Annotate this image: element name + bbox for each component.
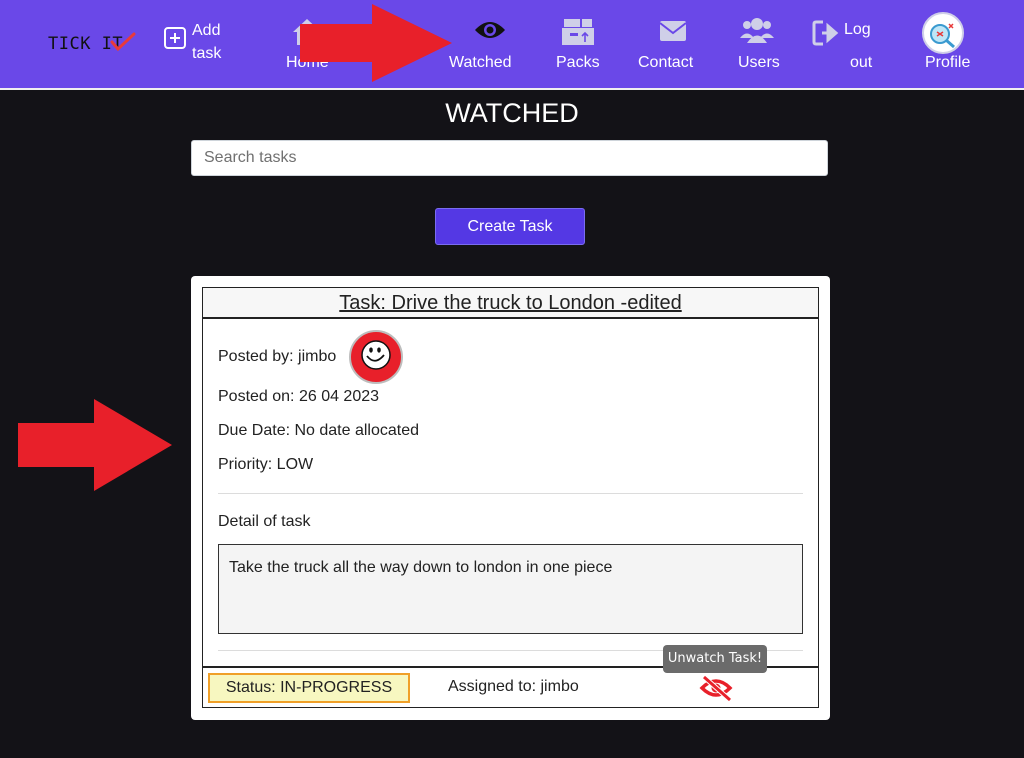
profile-avatar-icon — [922, 12, 964, 54]
nav-logout-label-2: out — [850, 54, 873, 71]
posted-on: Posted on: 26 04 2023 — [218, 388, 380, 405]
users-icon — [740, 18, 774, 43]
navbar: TICK IT Add task Home Watched Packs Cont… — [0, 0, 1024, 88]
nav-add-task-label-2: task — [192, 45, 222, 62]
divider — [218, 493, 803, 494]
nav-profile[interactable]: Profile — [918, 10, 974, 72]
priority: Priority: LOW — [218, 456, 314, 473]
search-input[interactable] — [191, 140, 828, 176]
checkmark-icon — [110, 32, 136, 52]
nav-contact[interactable]: Contact — [636, 16, 698, 72]
envelope-icon — [659, 21, 687, 41]
arrow-right-icon — [300, 4, 452, 82]
nav-watched-label: Watched — [449, 54, 512, 71]
nav-users[interactable]: Users — [735, 16, 785, 72]
plus-square-icon — [164, 27, 186, 49]
logout-icon — [812, 20, 839, 46]
nav-packs-label: Packs — [556, 54, 600, 71]
due-date: Due Date: No date allocated — [218, 422, 420, 439]
eye-slash-icon[interactable] — [698, 674, 734, 702]
nav-logout-label-1: Log — [844, 21, 871, 38]
status-badge: Status: IN-PROGRESS — [208, 673, 410, 703]
nav-users-label: Users — [738, 54, 780, 71]
eye-icon — [475, 22, 505, 38]
nav-contact-label: Contact — [638, 54, 694, 71]
nav-logout[interactable]: Log out — [810, 16, 880, 72]
nav-add-task[interactable]: Add task — [160, 18, 230, 68]
unwatch-tooltip: Unwatch Task! — [663, 645, 767, 673]
nav-add-task-label-1: Add — [192, 22, 221, 39]
task-detail: Take the truck all the way down to londo… — [218, 544, 803, 634]
task-title[interactable]: Task: Drive the truck to London -edited — [339, 292, 681, 314]
posted-by: Posted by: jimbo — [218, 348, 337, 365]
task-title-header: Task: Drive the truck to London -edited — [203, 288, 818, 319]
nav-profile-label: Profile — [925, 54, 971, 71]
create-task-button[interactable]: Create Task — [435, 208, 585, 245]
page-title: WATCHED — [445, 98, 579, 128]
assigned-to: Assigned to: jimbo — [448, 678, 579, 695]
nav-watched[interactable]: Watched — [445, 16, 517, 72]
archive-box-icon — [562, 19, 594, 45]
navbar-divider — [0, 88, 1024, 90]
arrow-right-icon — [18, 399, 172, 491]
detail-label: Detail of task — [218, 513, 311, 530]
nav-packs[interactable]: Packs — [552, 16, 606, 72]
avatar[interactable] — [349, 330, 403, 384]
